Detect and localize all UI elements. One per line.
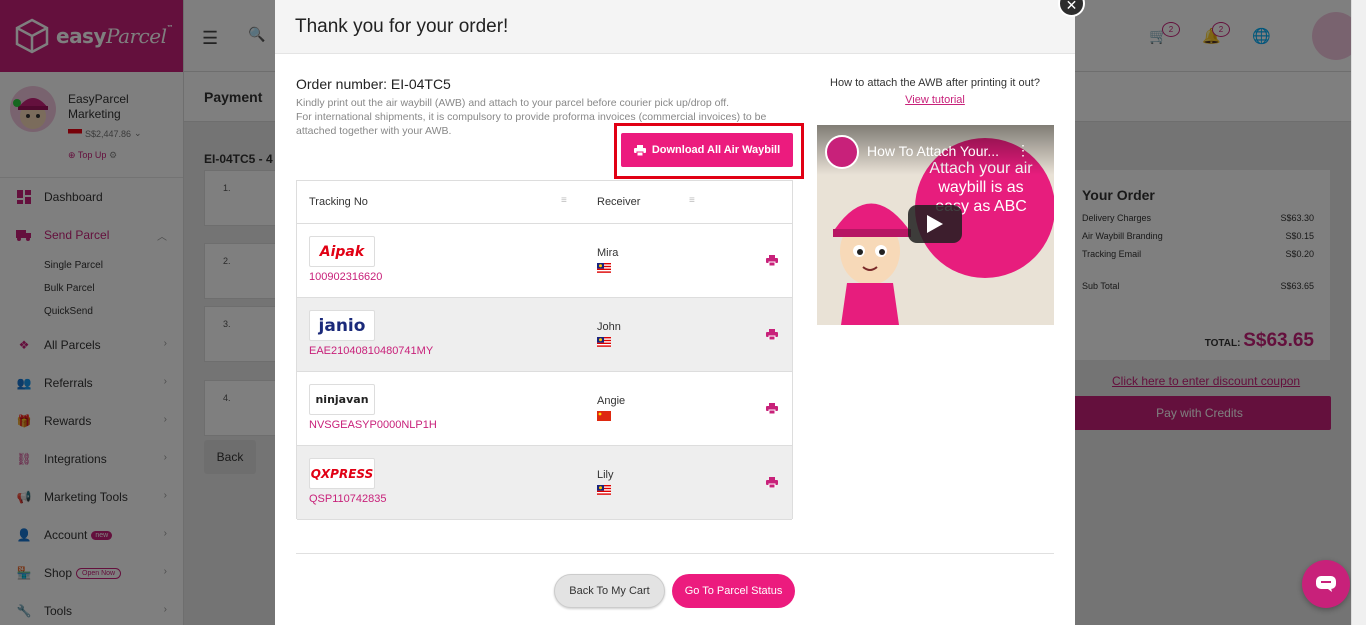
modal-title: Thank you for your order! <box>295 16 509 37</box>
chat-button[interactable] <box>1302 560 1350 608</box>
tracking-number[interactable]: EAE21040810480741MY <box>309 345 433 357</box>
malaysia-flag-icon <box>597 337 611 347</box>
col-receiver: Receiver <box>597 196 641 208</box>
order-confirmation-modal: Thank you for your order! ✕ Order number… <box>275 0 1085 625</box>
printer-icon <box>633 144 646 156</box>
receiver-name: Mira <box>597 247 619 259</box>
printer-icon[interactable] <box>766 403 778 417</box>
video-title: How To Attach Your... <box>867 143 1000 159</box>
awb-table: Tracking No ≡ Receiver ≡ Aipak 100902316… <box>296 180 793 520</box>
play-icon[interactable] <box>908 205 962 243</box>
view-tutorial-link[interactable]: View tutorial <box>815 94 1055 106</box>
more-options-icon[interactable]: ⋮ <box>1016 142 1030 159</box>
modal-divider <box>296 553 1054 554</box>
sort-icon[interactable]: ≡ <box>689 195 695 206</box>
modal-header: Thank you for your order! <box>275 0 1075 54</box>
table-row: ninjavan NVSGEASYP0000NLP1H Angie <box>297 372 792 446</box>
col-tracking-no: Tracking No <box>309 196 368 208</box>
order-number: Order number: EI-04TC5 <box>296 76 451 92</box>
tracking-number[interactable]: NVSGEASYP0000NLP1H <box>309 419 437 431</box>
go-to-parcel-status-button[interactable]: Go To Parcel Status <box>672 574 795 608</box>
mascot-image <box>833 203 911 325</box>
table-row: Aipak 100902316620 Mira <box>297 224 792 298</box>
download-all-awb-button[interactable]: Download All Air Waybill <box>621 133 793 167</box>
qxpress-logo: QXPRESS <box>309 458 375 489</box>
back-to-cart-button[interactable]: Back To My Cart <box>554 574 665 608</box>
tracking-number[interactable]: QSP110742835 <box>309 493 386 505</box>
china-flag-icon <box>597 411 611 421</box>
malaysia-flag-icon <box>597 485 611 495</box>
printer-icon[interactable] <box>766 329 778 343</box>
scrollbar[interactable] <box>1351 0 1366 625</box>
ninjavan-logo: ninjavan <box>309 384 375 415</box>
table-header: Tracking No ≡ Receiver ≡ <box>297 181 792 224</box>
receiver-name: Angie <box>597 395 626 407</box>
table-row: QXPRESS QSP110742835 Lily <box>297 446 792 520</box>
printer-icon[interactable] <box>766 255 778 269</box>
tracking-number[interactable]: 100902316620 <box>309 271 382 283</box>
aipak-logo: Aipak <box>309 236 375 267</box>
tutorial-video[interactable]: Attach your air waybill is as easy as AB… <box>817 125 1054 325</box>
sort-icon[interactable]: ≡ <box>561 195 567 206</box>
attach-awb-question: How to attach the AWB after printing it … <box>830 77 1040 89</box>
printer-icon[interactable] <box>766 477 778 491</box>
chat-icon <box>1316 576 1336 592</box>
receiver-name: John <box>597 321 621 333</box>
table-row: janio EAE21040810480741MY John <box>297 298 792 372</box>
janio-logo: janio <box>309 310 375 341</box>
malaysia-flag-icon <box>597 263 611 273</box>
receiver-name: Lily <box>597 469 614 481</box>
channel-logo-icon <box>825 135 859 169</box>
